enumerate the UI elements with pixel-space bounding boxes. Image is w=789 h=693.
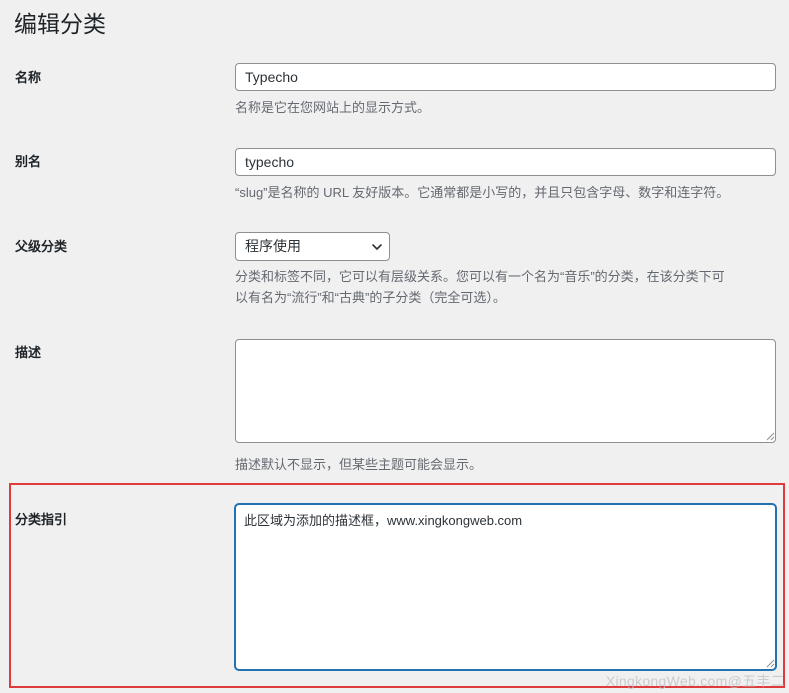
watermark: XingkongWeb.com@五丰二	[605, 673, 785, 689]
parent-select[interactable]: 程序使用	[235, 232, 390, 261]
slug-input[interactable]	[235, 148, 776, 176]
category-guide-textarea[interactable]: 此区域为添加的描述框，www.xingkongweb.com	[235, 504, 776, 670]
page-title: 编辑分类	[14, 11, 106, 37]
description-label: 描述	[15, 345, 42, 360]
category-guide-label: 分类指引	[15, 512, 68, 527]
name-label: 名称	[15, 70, 42, 85]
chevron-down-icon	[372, 244, 382, 250]
description-textarea[interactable]	[235, 339, 776, 443]
slug-label: 别名	[15, 154, 42, 169]
parent-label: 父级分类	[15, 239, 68, 254]
description-help: 描述默认不显示，但某些主题可能会显示。	[235, 457, 483, 472]
resize-grip-icon[interactable]	[765, 431, 775, 441]
name-input[interactable]	[235, 63, 776, 91]
parent-select-value: 程序使用	[245, 238, 301, 254]
parent-description-line2: 以有名为“流行”和“古典”的子分类（完全可选）。	[235, 290, 506, 305]
slug-description: “slug”是名称的 URL 友好版本。它通常都是小写的，并且只包含字母、数字和…	[235, 185, 730, 200]
resize-grip-icon[interactable]	[765, 658, 775, 668]
parent-description-line1: 分类和标签不同，它可以有层级关系。您可以有一个名为“音乐”的分类，在该分类下可	[235, 269, 725, 284]
parent-description: 分类和标签不同，它可以有层级关系。您可以有一个名为“音乐”的分类，在该分类下可 …	[235, 266, 775, 308]
name-description: 名称是它在您网站上的显示方式。	[235, 100, 431, 115]
